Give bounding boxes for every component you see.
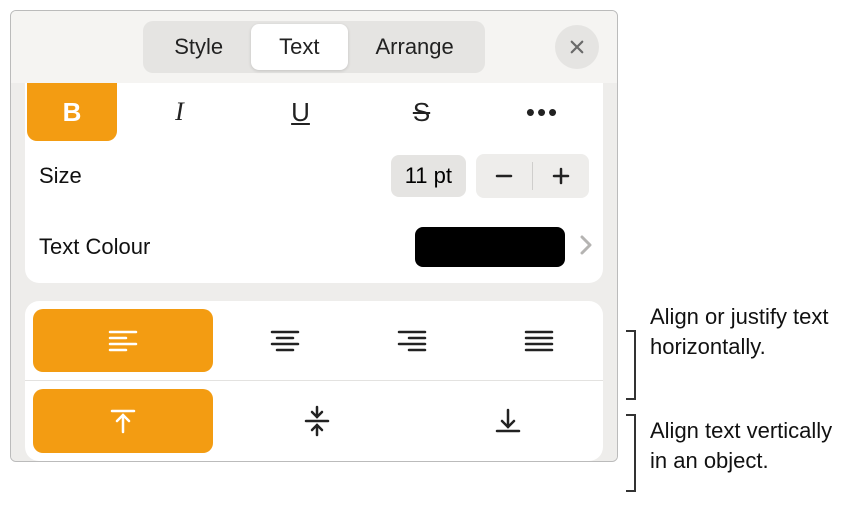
align-justify-icon: [522, 324, 556, 358]
size-stepper: [476, 154, 589, 198]
align-left-button[interactable]: [33, 309, 213, 372]
size-label: Size: [39, 163, 391, 189]
minus-icon: [494, 166, 514, 186]
chevron-right-icon: [579, 234, 593, 261]
align-justify-button[interactable]: [476, 301, 603, 380]
vertical-align-row: [25, 381, 603, 461]
format-panel: Style Text Arrange B I U S ••• Size 11 p…: [10, 10, 618, 462]
align-bottom-icon: [491, 404, 525, 438]
callout-horizontal-align: Align or justify text horizontally.: [650, 302, 840, 361]
close-icon: [568, 38, 586, 56]
format-row: B I U S •••: [25, 83, 603, 141]
more-options-button[interactable]: •••: [482, 83, 603, 141]
tab-text[interactable]: Text: [251, 24, 347, 70]
callout-vertical-align: Align text vertically in an object.: [650, 416, 840, 475]
tab-segmented-control: Style Text Arrange: [143, 21, 485, 73]
align-top-button[interactable]: [33, 389, 213, 453]
size-row: Size 11 pt: [25, 141, 603, 211]
plus-icon: [551, 166, 571, 186]
size-decrement-button[interactable]: [476, 154, 532, 198]
align-left-icon: [106, 324, 140, 358]
align-middle-icon: [300, 404, 334, 438]
horizontal-align-row: [25, 301, 603, 381]
text-colour-row[interactable]: Text Colour: [25, 211, 603, 283]
tab-arrange[interactable]: Arrange: [348, 24, 482, 70]
align-middle-button[interactable]: [221, 381, 412, 461]
callout-bracket-horizontal: [626, 330, 636, 400]
align-right-button[interactable]: [348, 301, 475, 380]
strikethrough-button[interactable]: S: [361, 83, 482, 141]
close-button[interactable]: [555, 25, 599, 69]
align-center-button[interactable]: [221, 301, 348, 380]
align-right-icon: [395, 324, 429, 358]
align-center-icon: [268, 324, 302, 358]
text-colour-swatch[interactable]: [415, 227, 565, 267]
align-bottom-button[interactable]: [412, 381, 603, 461]
size-value[interactable]: 11 pt: [391, 155, 466, 197]
align-top-icon: [106, 404, 140, 438]
italic-button[interactable]: I: [119, 83, 240, 141]
underline-button[interactable]: U: [240, 83, 361, 141]
tab-style[interactable]: Style: [146, 24, 251, 70]
text-colour-label: Text Colour: [39, 234, 415, 260]
tab-bar: Style Text Arrange: [11, 11, 617, 83]
callout-bracket-vertical: [626, 414, 636, 492]
alignment-card: [25, 301, 603, 461]
bold-button[interactable]: B: [27, 83, 117, 141]
text-style-card: B I U S ••• Size 11 pt: [25, 83, 603, 283]
size-increment-button[interactable]: [533, 154, 589, 198]
panel-content: B I U S ••• Size 11 pt: [11, 83, 617, 461]
